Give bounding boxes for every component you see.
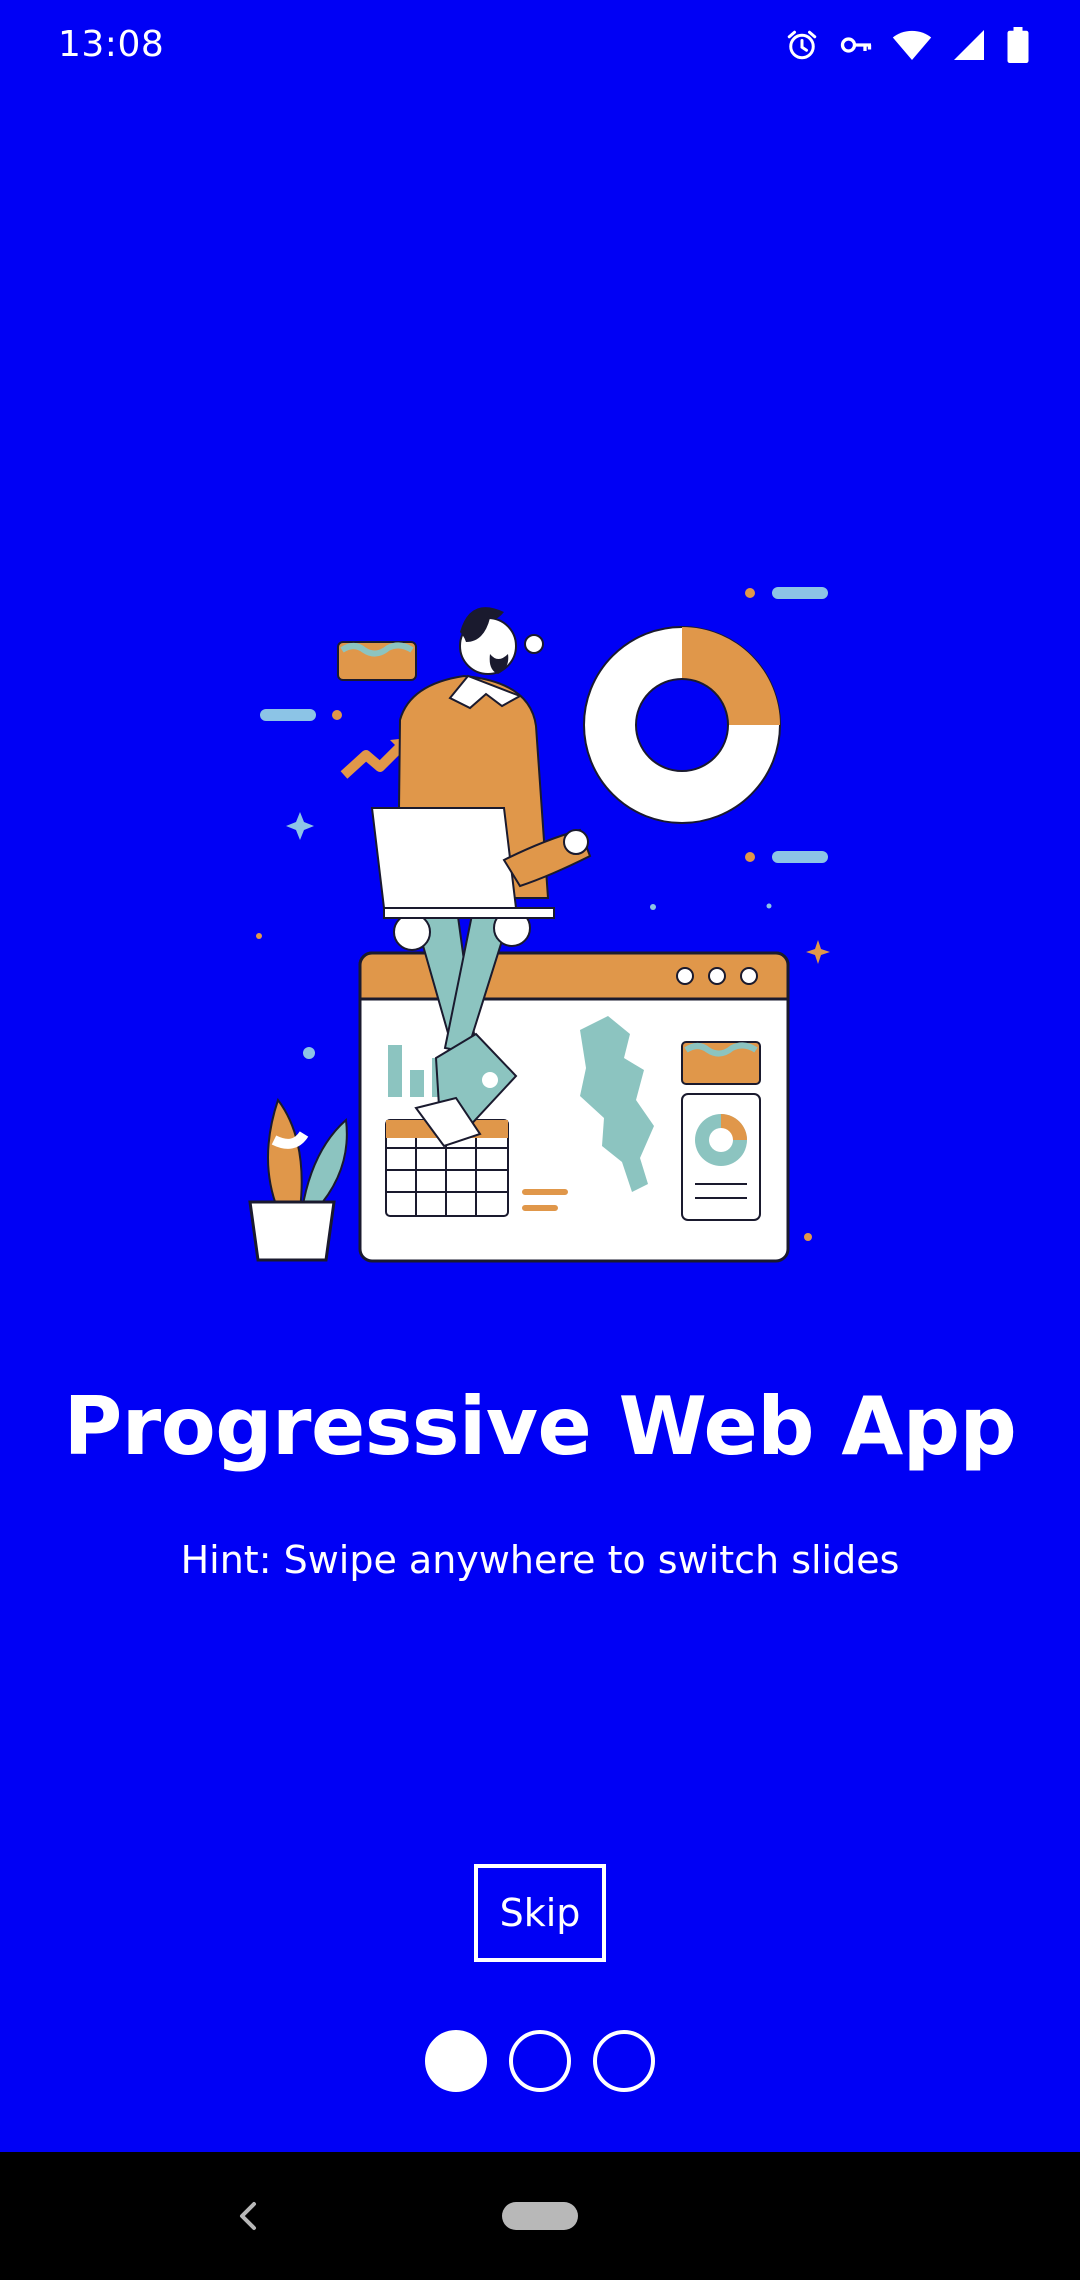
slide-pager — [0, 2030, 1080, 2092]
back-icon[interactable] — [228, 2192, 268, 2240]
system-nav-bar — [0, 2152, 1080, 2280]
slide-hint: Hint: Swipe anywhere to switch slides — [180, 1538, 900, 1582]
alarm-icon — [784, 27, 820, 63]
home-pill-icon[interactable] — [502, 2202, 578, 2230]
slide-title: Progressive Web App — [63, 1380, 1017, 1473]
wifi-icon — [892, 27, 932, 63]
status-bar: 13:08 — [0, 0, 1080, 92]
hero-illustration — [240, 580, 840, 1270]
pager-dot-2[interactable] — [509, 2030, 571, 2092]
onboarding-screen[interactable]: 13:08 Progressive Web App Hint: Swipe an… — [0, 0, 1080, 2280]
vpn-key-icon — [838, 27, 874, 63]
pager-dot-3[interactable] — [593, 2030, 655, 2092]
status-icons — [784, 22, 1030, 68]
pager-dot-1[interactable] — [425, 2030, 487, 2092]
skip-button[interactable]: Skip — [474, 1864, 606, 1962]
status-time: 13:08 — [58, 24, 165, 65]
signal-icon — [950, 27, 988, 63]
battery-icon — [1006, 27, 1030, 63]
